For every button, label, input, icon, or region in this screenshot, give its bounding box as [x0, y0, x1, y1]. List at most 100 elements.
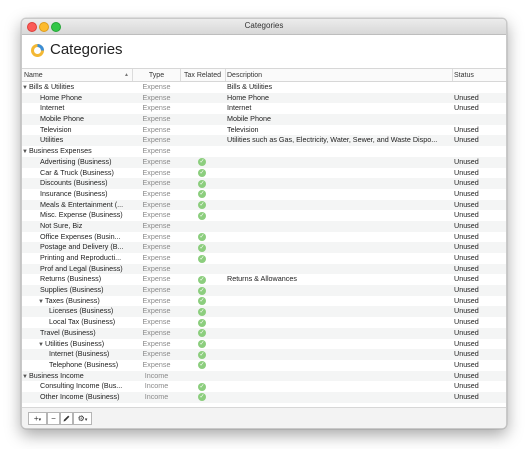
category-type: Expense — [142, 253, 171, 262]
table-row[interactable]: Office Expenses (Busin... Expense ✓ Unused — [22, 232, 506, 243]
category-type: Income — [144, 381, 169, 391]
table-row[interactable]: Other Income (Business) Income ✓ Unused — [22, 391, 506, 403]
category-name: Returns (Business) — [40, 274, 148, 285]
remove-category-button[interactable]: − — [47, 412, 60, 425]
category-type: Expense — [142, 82, 171, 91]
category-type: Expense — [142, 124, 171, 134]
category-status: Unused — [454, 263, 479, 273]
categories-outline: ▼Bills & Utilities Expense Bills & Utiliti… — [22, 82, 506, 403]
table-row[interactable]: Not Sure, Biz Expense Unused — [22, 220, 506, 232]
category-name-text: Car & Truck (Business) — [40, 167, 114, 177]
table-row[interactable]: ▼Utilities (Business) Expense ✓ Unused — [22, 339, 506, 350]
table-row[interactable]: Consulting Income (Bus... Income ✓ Unused — [22, 381, 506, 392]
category-type: Expense — [142, 188, 171, 198]
table-row[interactable]: Internet (Business) Expense ✓ Unused — [22, 349, 506, 360]
table-row[interactable]: Utilities Expense Utilities such as Gas, E… — [22, 135, 506, 147]
category-type: Income — [144, 391, 169, 401]
table-row[interactable]: Prof and Legal (Business) Expense Unused — [22, 263, 506, 275]
category-name-text: Travel (Business) — [40, 327, 96, 337]
category-name-text: Not Sure, Biz — [40, 220, 83, 230]
category-name-text: Taxes (Business) — [45, 295, 100, 305]
table-row[interactable]: Misc. Expense (Business) Expense ✓ Unused — [22, 210, 506, 221]
column-header-description[interactable]: Description — [227, 70, 262, 81]
category-status: Unused — [454, 92, 479, 102]
gear-icon: ⚙ — [77, 414, 85, 423]
category-name-text: Insurance (Business) — [40, 188, 108, 198]
table-row[interactable]: ▼Business Expenses Expense — [22, 146, 506, 157]
table-row[interactable]: Printing and Reproducti... Expense ✓ Unused — [22, 253, 506, 264]
table-row[interactable]: Telephone (Business) Expense ✓ Unused — [22, 360, 506, 371]
category-status: Unused — [454, 231, 479, 241]
category-name: Home Phone — [40, 93, 148, 104]
checkmark-icon: ✓ — [198, 350, 206, 359]
window-title: Categories — [244, 21, 284, 30]
category-status: Unused — [454, 167, 479, 177]
table-row[interactable]: Licenses (Business) Expense ✓ Unused — [22, 306, 506, 318]
table-row[interactable]: Postage and Delivery (B... Expense ✓ Unused — [22, 242, 506, 253]
table-row[interactable]: Internet Expense Internet Unused — [22, 103, 506, 114]
category-type: Expense — [142, 242, 171, 252]
category-name-text: Advertising (Business) — [40, 156, 112, 166]
category-type: Income — [144, 370, 169, 380]
category-name: Supplies (Business) — [40, 285, 148, 296]
category-status: Unused — [454, 391, 479, 401]
categories-window: Categories Categories Name ▲ Type Tax Re… — [21, 18, 507, 429]
action-menu-button[interactable]: ⚙▾ — [73, 412, 92, 425]
table-row[interactable]: Returns (Business) Expense ✓ Returns & Allo… — [22, 274, 506, 285]
category-name-text: Home Phone — [40, 92, 82, 102]
column-header-tax-related[interactable]: Tax Related — [180, 70, 225, 81]
checkmark-icon: ✓ — [198, 179, 206, 188]
category-name: Television — [40, 125, 148, 136]
categories-logo-icon — [31, 44, 44, 57]
category-description: Home Phone — [227, 92, 269, 102]
category-name-text: Returns (Business) — [40, 274, 102, 284]
table-row[interactable]: Discounts (Business) Expense ✓ Unused — [22, 178, 506, 189]
category-type: Expense — [142, 306, 171, 316]
category-description: Utilities such as Gas, Electricity, Wate… — [227, 135, 438, 145]
checkmark-icon: ✓ — [198, 297, 206, 306]
category-status: Unused — [454, 306, 479, 316]
table-row[interactable]: Mobile Phone Expense Mobile Phone — [22, 114, 506, 125]
category-name-text: Local Tax (Business) — [49, 317, 116, 327]
category-description: Bills & Utilities — [227, 82, 273, 91]
chevron-down-icon: ▾ — [84, 417, 88, 423]
category-name: Misc. Expense (Business) — [40, 210, 148, 221]
category-status: Unused — [454, 349, 479, 359]
category-name-text: Meals & Entertainment (... — [40, 199, 124, 209]
table-row[interactable]: ▼Bills & Utilities Expense Bills & Utiliti… — [22, 82, 506, 93]
table-row[interactable]: ▼Taxes (Business) Expense ✓ Unused — [22, 296, 506, 307]
category-type: Expense — [142, 92, 171, 102]
title-bar[interactable]: Categories — [22, 19, 506, 35]
column-header-type[interactable]: Type — [133, 70, 180, 81]
table-row[interactable]: Home Phone Expense Home Phone Unused — [22, 92, 506, 104]
category-type: Expense — [142, 156, 171, 166]
category-status: Unused — [454, 338, 479, 348]
category-status: Unused — [454, 220, 479, 230]
category-name: Discounts (Business) — [40, 178, 148, 189]
table-row[interactable]: Supplies (Business) Expense ✓ Unused — [22, 285, 506, 296]
sort-ascending-icon: ▲ — [124, 72, 129, 78]
add-category-button[interactable]: +▾ — [28, 412, 47, 425]
category-name: Consulting Income (Bus... — [40, 381, 148, 392]
category-status: Unused — [454, 285, 479, 295]
category-name-text: Television — [40, 124, 72, 134]
table-row[interactable]: Television Expense Television Unused — [22, 125, 506, 136]
table-row[interactable]: Travel (Business) Expense ✓ Unused — [22, 327, 506, 339]
category-type: Expense — [142, 285, 171, 295]
table-row[interactable]: Insurance (Business) Expense ✓ Unused — [22, 189, 506, 200]
category-name-text: Bills & Utilities — [29, 82, 75, 91]
column-header-status[interactable]: Status — [454, 70, 474, 81]
category-type: Expense — [142, 167, 171, 177]
category-name-text: Business Income — [29, 370, 84, 380]
table-row[interactable]: Local Tax (Business) Expense ✓ Unused — [22, 317, 506, 328]
category-name-text: Telephone (Business) — [49, 359, 119, 369]
column-header-name[interactable]: Name — [24, 70, 43, 81]
category-name-text: Office Expenses (Busin... — [40, 231, 121, 241]
table-row[interactable]: ▼Business Income Income Unused — [22, 370, 506, 382]
table-row[interactable]: Meals & Entertainment (... Expense ✓ Unused — [22, 199, 506, 211]
table-row[interactable]: Advertising (Business) Expense ✓ Unused — [22, 156, 506, 168]
category-name-text: Mobile Phone — [40, 114, 84, 124]
edit-category-button[interactable] — [60, 412, 73, 425]
checkmark-icon: ✓ — [198, 275, 206, 284]
table-row[interactable]: Car & Truck (Business) Expense ✓ Unused — [22, 168, 506, 179]
